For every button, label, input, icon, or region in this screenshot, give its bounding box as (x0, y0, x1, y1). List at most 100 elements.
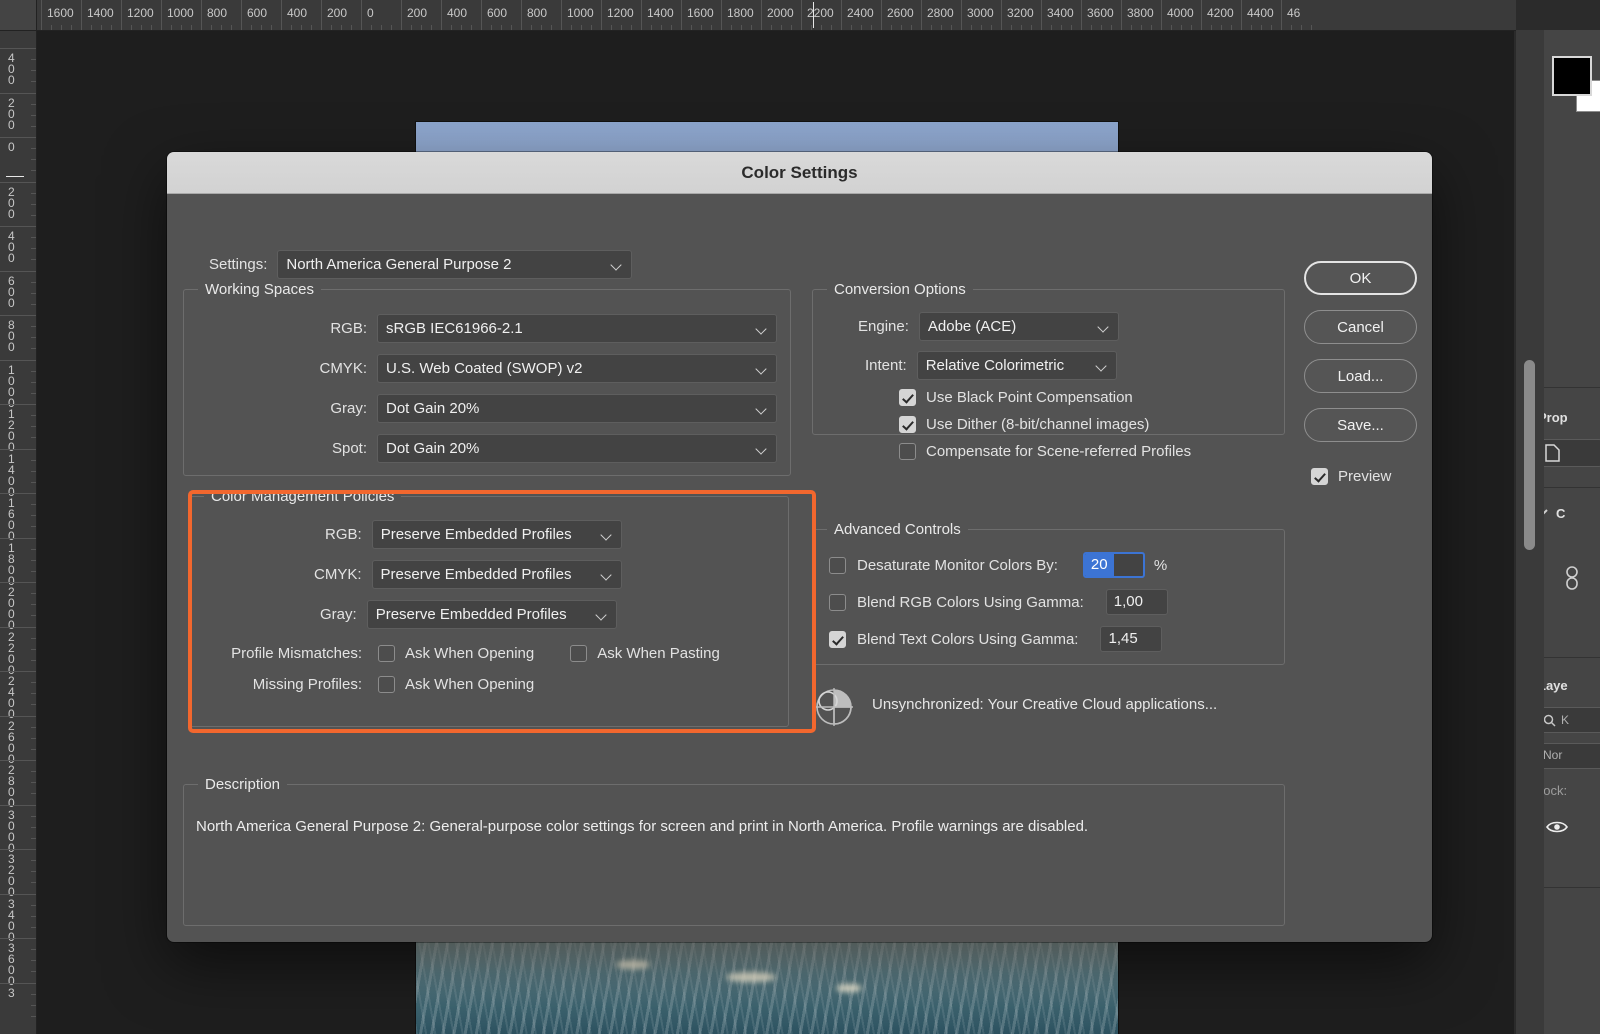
policy-rgb-select[interactable]: Preserve Embedded Profiles (372, 520, 622, 549)
desaturate-monitor-input[interactable]: 20 (1083, 552, 1145, 578)
ruler-minor-tick (821, 25, 822, 30)
ruler-minor-tick (511, 25, 512, 30)
document-icon-button[interactable] (1538, 439, 1600, 467)
vertical-ruler[interactable]: 4002000200400600800100012001400160018002… (0, 30, 37, 1034)
settings-preset-select[interactable]: North America General Purpose 2 (277, 250, 632, 279)
chevron-down-icon (595, 608, 608, 621)
dock-scrollbar-thumb[interactable] (1524, 360, 1535, 550)
blend-mode-select[interactable]: Nor (1536, 743, 1600, 769)
description-text: North America General Purpose 2: General… (196, 817, 1270, 837)
ruler-minor-tick (631, 25, 632, 30)
policy-row: RGB: Preserve Embedded Profiles (190, 520, 788, 549)
policy-cmyk-select[interactable]: Preserve Embedded Profiles (372, 560, 622, 589)
dock-scroll-track[interactable] (1516, 30, 1544, 1034)
compensate-scene-referred-row[interactable]: Compensate for Scene-referred Profiles (813, 443, 1284, 460)
ruler-minor-tick (31, 604, 36, 605)
blend-rgb-gamma-input[interactable]: 1,00 (1106, 589, 1168, 615)
foreground-color-swatch[interactable] (1552, 56, 1592, 96)
ruler-minor-tick (571, 25, 572, 30)
eye-icon[interactable] (1546, 820, 1568, 834)
cancel-button[interactable]: Cancel (1304, 310, 1417, 344)
checkbox-icon[interactable] (829, 557, 846, 574)
working-space-row: Gray: Dot Gain 20% (184, 394, 790, 423)
load-button[interactable]: Load... (1304, 359, 1417, 393)
working-space-cmyk-label: CMYK: (319, 360, 367, 377)
ruler-minor-tick (311, 25, 312, 30)
blend-text-gamma-input[interactable]: 1,45 (1100, 626, 1162, 652)
ruler-minor-tick (471, 25, 472, 30)
water-glint (616, 960, 650, 969)
black-point-compensation-row[interactable]: Use Black Point Compensation (813, 389, 1284, 406)
ok-button[interactable]: OK (1304, 261, 1417, 295)
ruler-minor-tick (391, 25, 392, 30)
color-management-policies-legend: Color Management Policies (204, 488, 401, 505)
ruler-minor-tick (1171, 25, 1172, 30)
ruler-tick-label: 200 (401, 0, 427, 30)
checkbox-icon[interactable] (899, 416, 916, 433)
ruler-minor-tick (971, 25, 972, 30)
working-space-gray-select[interactable]: Dot Gain 20% (377, 394, 777, 423)
ruler-minor-tick (541, 25, 542, 30)
checkbox-icon[interactable] (899, 443, 916, 460)
policy-gray-select[interactable]: Preserve Embedded Profiles (367, 600, 617, 629)
link-icon[interactable] (1562, 565, 1582, 591)
use-dither-row[interactable]: Use Dither (8-bit/channel images) (813, 416, 1284, 433)
ruler-minor-tick (31, 193, 36, 194)
blend-rgb-gamma-label: Blend RGB Colors Using Gamma: (857, 594, 1084, 611)
checkbox-icon[interactable] (899, 389, 916, 406)
horizontal-ruler[interactable]: 1600140012001000800600400200020040060080… (0, 0, 1516, 31)
engine-select[interactable]: Adobe (ACE) (919, 312, 1119, 341)
ruler-tick-label: 2000 (0, 582, 36, 631)
ruler-tick-label: 800 (201, 0, 227, 30)
missing-profiles-ask-opening[interactable]: Ask When Opening (378, 676, 534, 693)
working-space-spot-select[interactable]: Dot Gain 20% (377, 434, 777, 463)
ruler-minor-tick (381, 25, 382, 30)
ruler-tick-label: 1200 (601, 0, 634, 30)
color-settings-dialog[interactable]: Color Settings Settings: North America G… (167, 152, 1432, 942)
ruler-cursor-marker (6, 176, 24, 177)
right-dock[interactable]: Prop C Laye (1515, 30, 1600, 1034)
engine-label: Engine: (858, 318, 909, 335)
unsynchronized-icon (812, 682, 856, 726)
working-space-rgb-select[interactable]: sRGB IEC61966-2.1 (377, 314, 777, 343)
ruler-minor-tick (1291, 25, 1292, 30)
save-button[interactable]: Save... (1304, 408, 1417, 442)
ruler-minor-tick (991, 25, 992, 30)
profile-mismatches-ask-opening[interactable]: Ask When Opening (378, 645, 534, 662)
ruler-tick-label: 3 (0, 983, 36, 999)
working-space-cmyk-select[interactable]: U.S. Web Coated (SWOP) v2 (377, 354, 777, 383)
layers-search-input[interactable]: K (1536, 707, 1600, 733)
checkbox-icon[interactable] (378, 645, 395, 662)
color-swatches[interactable] (1552, 56, 1592, 96)
ruler-minor-tick (31, 838, 36, 839)
ruler-tick-label: 1200 (0, 404, 36, 453)
ruler-minor-tick (31, 293, 36, 294)
ruler-tick-label: 2600 (881, 0, 914, 30)
ruler-corner[interactable] (0, 0, 37, 31)
checkbox-icon[interactable] (378, 676, 395, 693)
ruler-minor-tick (1051, 25, 1052, 30)
policy-row: Gray: Preserve Embedded Profiles (190, 600, 788, 629)
ruler-minor-tick (301, 25, 302, 30)
checkbox-icon[interactable] (1311, 468, 1328, 485)
ruler-minor-tick (871, 25, 872, 30)
checkbox-icon[interactable] (570, 645, 587, 662)
chevron-down-icon (1095, 359, 1108, 372)
ruler-tick-label: 3800 (1121, 0, 1154, 30)
ruler-minor-tick (271, 25, 272, 30)
ruler-minor-tick (31, 927, 36, 928)
ruler-minor-tick (341, 25, 342, 30)
intent-select[interactable]: Relative Colorimetric (917, 351, 1117, 380)
ruler-tick-label: 1400 (81, 0, 114, 30)
checkbox-icon[interactable] (829, 594, 846, 611)
desaturate-monitor-row: Desaturate Monitor Colors By: 20 % (813, 552, 1284, 578)
ruler-minor-tick (431, 25, 432, 30)
ruler-minor-tick (1091, 25, 1092, 30)
ruler-minor-tick (31, 738, 36, 739)
preview-checkbox-row[interactable]: Preview (1311, 468, 1417, 485)
profile-mismatches-ask-pasting[interactable]: Ask When Pasting (570, 645, 720, 662)
ruler-minor-tick (101, 25, 102, 30)
ruler-tick-label: 2200 (801, 0, 834, 30)
ruler-minor-tick (1021, 25, 1022, 30)
checkbox-icon[interactable] (829, 631, 846, 648)
